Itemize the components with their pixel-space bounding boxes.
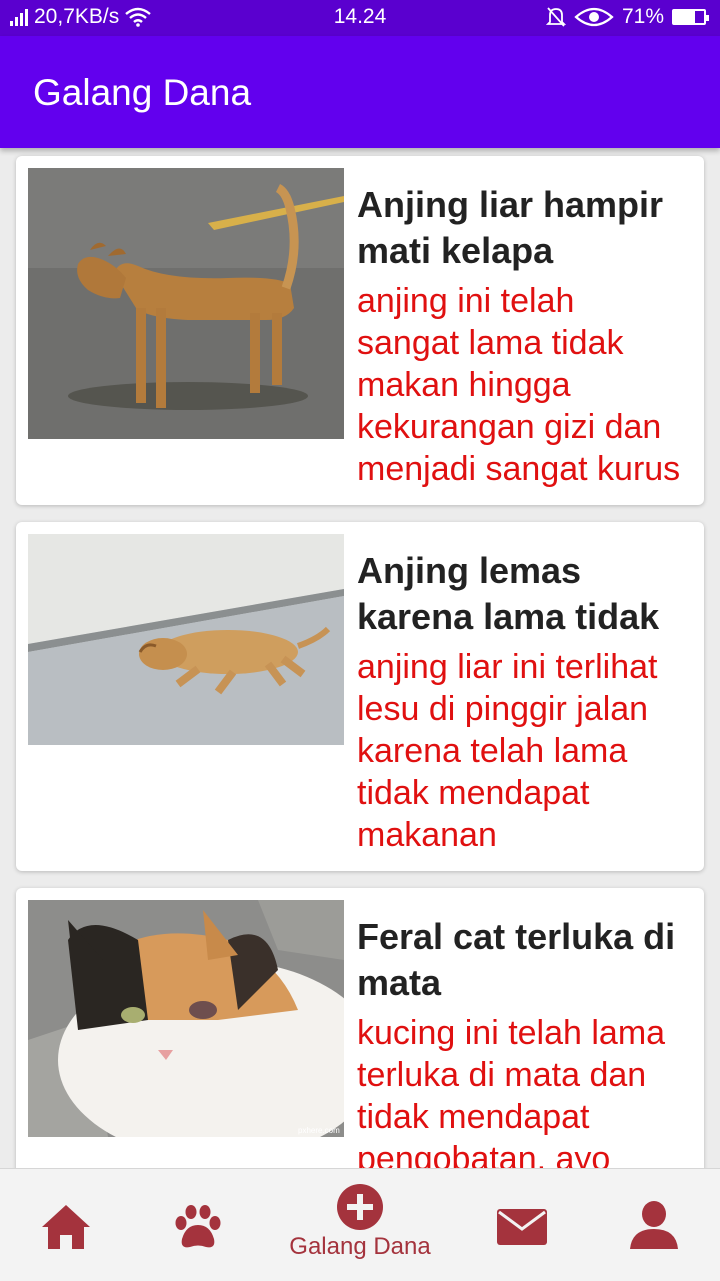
bottom-navigation: Galang Dana bbox=[0, 1168, 720, 1281]
campaign-card[interactable]: Anjing lemas karena lama tidak anjing li… bbox=[16, 522, 704, 871]
campaign-card[interactable]: Anjing liar hampir mati kelapa anjing in… bbox=[16, 156, 704, 505]
profile-icon bbox=[630, 1201, 678, 1249]
mail-icon bbox=[497, 1209, 547, 1245]
battery-icon bbox=[672, 9, 709, 25]
nav-messages[interactable] bbox=[494, 1169, 550, 1281]
campaign-description: kucing ini telah lama terluka di mata dan… bbox=[357, 1014, 666, 1168]
battery-percent: 71% bbox=[621, 5, 664, 28]
clock: 14.24 bbox=[333, 5, 387, 28]
nav-label: Galang Dana bbox=[289, 1233, 431, 1260]
home-icon bbox=[42, 1205, 90, 1249]
status-bar: 20,7KB/s 14.24 71% bbox=[0, 0, 720, 36]
paw-icon bbox=[175, 1205, 221, 1248]
injured-feral-cat-image: pxhere.com bbox=[28, 900, 344, 1137]
campaign-list[interactable]: Anjing liar hampir mati kelapa anjing in… bbox=[0, 148, 720, 1168]
nav-animals[interactable] bbox=[168, 1169, 228, 1281]
dog-lying-on-road-image bbox=[28, 534, 344, 745]
campaign-title: Feral cat terluka di mata bbox=[357, 916, 676, 1003]
nav-galang-dana[interactable]: Galang Dana bbox=[270, 1169, 450, 1281]
campaign-title: Anjing lemas karena lama tidak bbox=[357, 550, 660, 637]
page-title: Galang Dana bbox=[33, 72, 252, 113]
add-circle-icon bbox=[337, 1184, 383, 1230]
mute-icon bbox=[545, 7, 566, 27]
svg-text:pxhere.com: pxhere.com bbox=[298, 1126, 340, 1135]
app-bar: Galang Dana bbox=[0, 36, 720, 148]
stray-dog-standing-image bbox=[28, 168, 344, 439]
campaign-card[interactable]: pxhere.com Feral cat terluka di mata kuc… bbox=[16, 888, 704, 1168]
eye-icon bbox=[574, 7, 614, 27]
nav-profile[interactable] bbox=[626, 1169, 682, 1281]
campaign-description: anjing liar ini terlihat lesu di pinggir … bbox=[357, 648, 658, 854]
campaign-description: anjing ini telah sangat lama tidak makan h… bbox=[357, 282, 681, 488]
campaign-title: Anjing liar hampir mati kelapa bbox=[357, 184, 664, 271]
nav-home[interactable] bbox=[36, 1169, 96, 1281]
